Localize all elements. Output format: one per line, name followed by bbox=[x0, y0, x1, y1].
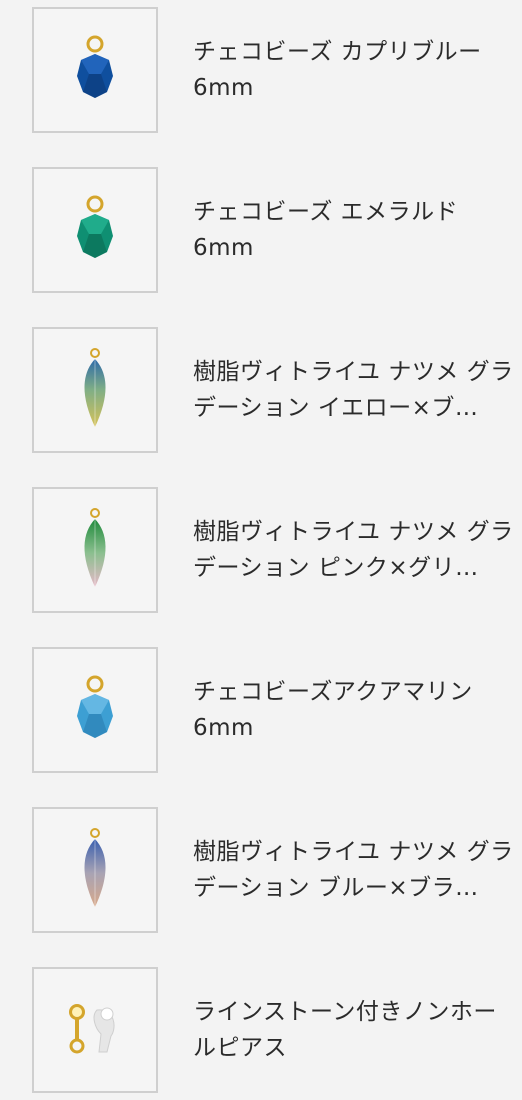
product-thumbnail[interactable] bbox=[32, 967, 158, 1093]
product-thumbnail[interactable] bbox=[32, 7, 158, 133]
product-item[interactable]: 樹脂ヴィトライユ ナツメ グラデーション イエロー×ブ… bbox=[0, 320, 522, 453]
product-name[interactable]: 樹脂ヴィトライユ ナツメ グラデーション イエロー×ブ… bbox=[193, 354, 515, 426]
product-item[interactable]: チェコビーズ カプリブルー 6mm bbox=[0, 0, 522, 133]
product-name[interactable]: チェコビーズ エメラルド 6mm bbox=[193, 194, 515, 266]
product-thumbnail[interactable] bbox=[32, 647, 158, 773]
product-name[interactable]: チェコビーズアクアマリン 6mm bbox=[193, 674, 515, 746]
product-item[interactable]: チェコビーズアクアマリン 6mm bbox=[0, 640, 522, 773]
product-name[interactable]: チェコビーズ カプリブルー 6mm bbox=[193, 34, 515, 106]
product-name[interactable]: 樹脂ヴィトライユ ナツメ グラデーション ピンク×グリ… bbox=[193, 514, 515, 586]
product-item[interactable]: ラインストーン付きノンホールピアス bbox=[0, 960, 522, 1093]
product-item[interactable]: 樹脂ヴィトライユ ナツメ グラデーション ブルー×ブラ… bbox=[0, 800, 522, 933]
drop-icon bbox=[84, 348, 106, 427]
bead-icon bbox=[77, 675, 113, 738]
bead-icon bbox=[77, 195, 113, 258]
product-item[interactable]: チェコビーズ エメラルド 6mm bbox=[0, 160, 522, 293]
earring-icon bbox=[69, 1004, 115, 1054]
product-item[interactable]: 樹脂ヴィトライユ ナツメ グラデーション ピンク×グリ… bbox=[0, 480, 522, 613]
product-thumbnail[interactable] bbox=[32, 807, 158, 933]
drop-icon bbox=[84, 508, 106, 587]
product-thumbnail[interactable] bbox=[32, 327, 158, 453]
product-thumbnail[interactable] bbox=[32, 487, 158, 613]
bead-icon bbox=[77, 35, 113, 98]
product-name[interactable]: ラインストーン付きノンホールピアス bbox=[193, 994, 515, 1066]
product-thumbnail[interactable] bbox=[32, 167, 158, 293]
drop-icon bbox=[84, 828, 106, 907]
product-name[interactable]: 樹脂ヴィトライユ ナツメ グラデーション ブルー×ブラ… bbox=[193, 834, 515, 906]
product-list: チェコビーズ カプリブルー 6mm チェコビーズ エメラルド 6mm 樹脂ヴィト… bbox=[0, 0, 522, 1100]
